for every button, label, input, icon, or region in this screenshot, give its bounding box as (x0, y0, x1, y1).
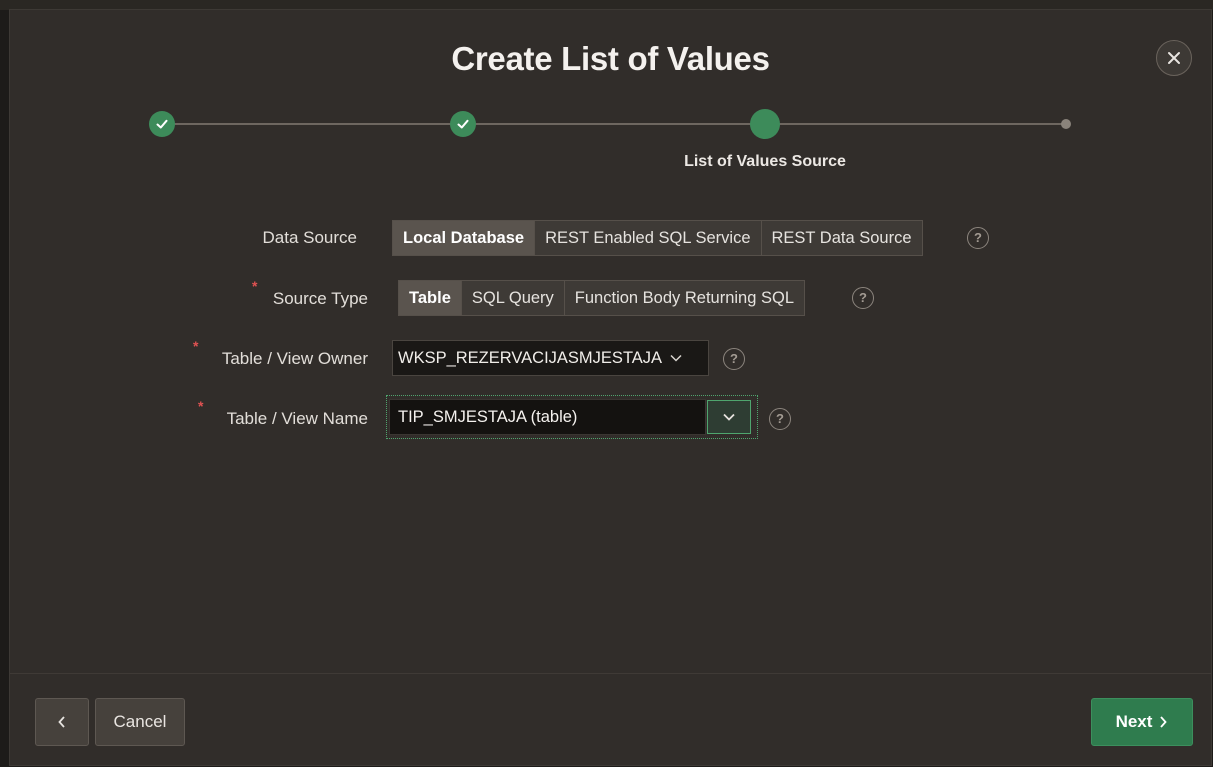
table-owner-value: WKSP_REZERVACIJASMJESTAJA (398, 348, 663, 367)
dialog-title: Create List of Values (451, 40, 770, 77)
table-name-label: Table / View Name (226, 409, 368, 428)
checkmark-icon (457, 119, 469, 129)
table-name-dropdown-button[interactable] (707, 400, 751, 434)
table-name-input[interactable]: TIP_SMJESTAJA (table) (389, 399, 706, 435)
wizard-step-1-complete (149, 111, 175, 137)
close-button[interactable] (1156, 40, 1192, 76)
previous-button[interactable] (35, 698, 89, 746)
checkmark-icon (156, 119, 168, 129)
next-button[interactable]: Next (1091, 698, 1193, 746)
table-owner-help-icon[interactable]: ? (723, 348, 745, 370)
data-source-local-database[interactable]: Local Database (393, 221, 536, 255)
source-type-help-icon[interactable]: ? (852, 287, 874, 309)
create-lov-dialog: Create List of Values List of Values Sou… (9, 9, 1212, 766)
cancel-button[interactable]: Cancel (95, 698, 185, 746)
source-type-radio-group: Table SQL Query Function Body Returning … (398, 280, 806, 316)
table-owner-label: Table / View Owner (221, 349, 368, 368)
footer-divider (10, 673, 1211, 674)
source-type-table[interactable]: Table (399, 281, 462, 315)
wizard-progress-line (160, 123, 1066, 125)
wizard-step-4-future (1061, 119, 1071, 129)
close-icon (1168, 52, 1180, 64)
data-source-help-icon[interactable]: ? (967, 227, 989, 249)
data-source-rest-enabled-sql[interactable]: REST Enabled SQL Service (535, 221, 762, 255)
wizard-step-3-label: List of Values Source (684, 153, 846, 170)
table-owner-select[interactable]: WKSP_REZERVACIJASMJESTAJA (392, 340, 709, 376)
source-type-sql-query[interactable]: SQL Query (461, 281, 565, 315)
source-type-function-body[interactable]: Function Body Returning SQL (564, 281, 805, 315)
chevron-right-icon (1160, 716, 1168, 728)
chevron-down-icon (670, 354, 682, 362)
chevron-left-icon (58, 716, 65, 728)
chevron-down-icon (723, 413, 735, 421)
data-source-radio-group: Local Database REST Enabled SQL Service … (392, 220, 923, 256)
data-source-label: Data Source (262, 228, 358, 247)
next-button-label: Next (1115, 712, 1153, 731)
wizard-step-2-complete (450, 111, 476, 137)
wizard-step-3-current (750, 109, 780, 139)
table-name-help-icon[interactable]: ? (769, 408, 791, 430)
data-source-rest-data-source[interactable]: REST Data Source (761, 221, 922, 255)
source-type-label: Source Type (272, 289, 368, 308)
